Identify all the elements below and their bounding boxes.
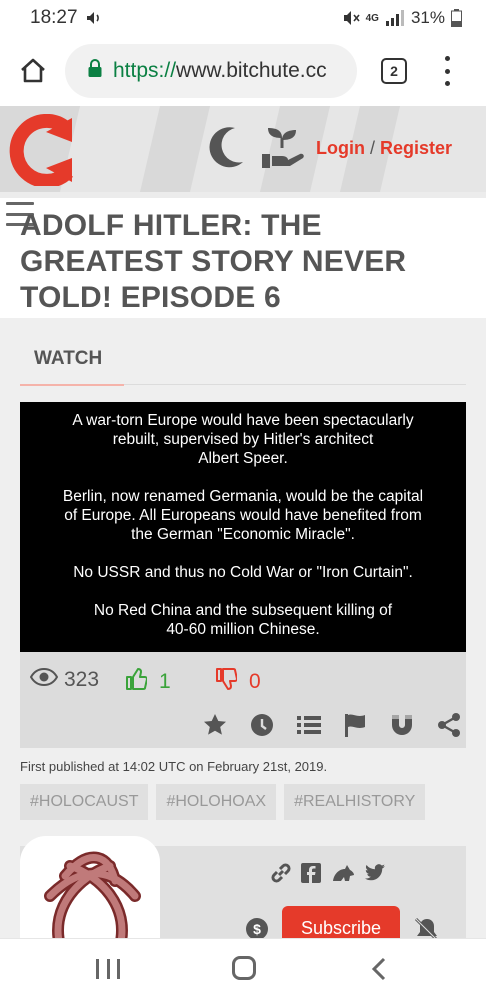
video-player[interactable]: A war-torn Europe would have been specta…: [20, 402, 466, 652]
recents-icon[interactable]: [96, 959, 120, 979]
tag-list: #HOLOCAUST #HOLOHOAX #REALHISTORY: [20, 784, 426, 820]
thumbs-down-icon: [215, 668, 238, 696]
tag-chip[interactable]: #REALHISTORY: [284, 784, 426, 820]
channel-share-icons: [270, 862, 386, 889]
register-link[interactable]: Register: [380, 138, 452, 158]
gab-icon[interactable]: [331, 863, 355, 888]
back-icon[interactable]: [370, 956, 388, 987]
tag-chip[interactable]: #HOLOHOAX: [156, 784, 277, 820]
video-page-content: WATCH A war-torn Europe would have been …: [0, 318, 486, 950]
publish-date: First published at 14:02 UTC on February…: [20, 759, 328, 774]
video-title: ADOLF HITLER: THE GREATEST STORY NEVER T…: [20, 209, 407, 314]
site-header: Login / Register: [0, 106, 486, 192]
view-count-value: 323: [64, 668, 100, 691]
tab-watch-underline: [20, 384, 124, 386]
system-nav-bar: [0, 938, 486, 1000]
screen: 18:27 4G 31% https://www.bitchute.cc 2 L…: [0, 0, 486, 1000]
facebook-icon[interactable]: [301, 863, 322, 888]
channel-avatar[interactable]: [20, 836, 160, 946]
plant-hand-icon[interactable]: [260, 126, 306, 175]
tab-divider: [124, 384, 466, 385]
dislike-button[interactable]: 0: [215, 668, 261, 696]
view-count: 323: [29, 667, 100, 692]
favorite-star-icon[interactable]: [202, 712, 228, 738]
lock-icon: [87, 59, 103, 83]
thumbs-up-icon: [125, 668, 148, 696]
tab-switcher-button[interactable]: 2: [381, 58, 407, 84]
status-time: 18:27: [30, 7, 78, 28]
like-count: 1: [159, 670, 171, 693]
dislike-count: 0: [249, 670, 261, 693]
moon-icon[interactable]: [205, 126, 245, 175]
video-actions: [202, 710, 462, 740]
auth-separator: /: [370, 138, 376, 158]
video-stats-bar: 323 1 0: [20, 652, 466, 748]
url-host: www.bitchute.cc: [176, 59, 327, 82]
video-frame-text-1: A war-torn Europe would have been specta…: [72, 412, 414, 467]
channel-card: $ Subscribe: [20, 836, 466, 950]
video-frame-text-3: No USSR and thus no Cold War or "Iron Cu…: [73, 564, 413, 581]
eye-icon: [29, 667, 59, 692]
video-frame-text-4: No Red China and the subsequent killing …: [93, 602, 393, 638]
signal-icon: [385, 10, 405, 26]
magnet-icon[interactable]: [389, 712, 415, 738]
share-icon[interactable]: [436, 712, 462, 738]
mute-icon: [342, 10, 360, 26]
watch-later-clock-icon[interactable]: [249, 712, 275, 738]
tag-chip[interactable]: #HOLOCAUST: [20, 784, 149, 820]
battery-icon: [451, 9, 462, 27]
dollar-icon[interactable]: $: [246, 918, 268, 940]
bitchute-logo[interactable]: [6, 113, 78, 191]
url-scheme: https://: [113, 59, 177, 82]
like-button[interactable]: 1: [125, 668, 171, 696]
twitter-icon[interactable]: [364, 864, 386, 887]
battery-percent: 31%: [410, 8, 445, 27]
browser-toolbar: https://www.bitchute.cc 2: [0, 36, 486, 106]
playlist-icon[interactable]: [296, 712, 322, 738]
overflow-menu-icon[interactable]: [440, 56, 454, 86]
volume-icon: [86, 11, 102, 25]
title-area: ADOLF HITLER: THE GREATEST STORY NEVER T…: [0, 192, 486, 318]
link-icon[interactable]: [270, 862, 292, 889]
address-bar[interactable]: https://www.bitchute.cc: [65, 44, 357, 98]
flag-icon[interactable]: [342, 712, 368, 738]
login-link[interactable]: Login: [316, 138, 365, 158]
status-bar: 18:27 4G 31%: [0, 0, 486, 36]
home-nav-icon[interactable]: [232, 956, 256, 980]
home-icon[interactable]: [13, 51, 53, 91]
tab-watch[interactable]: WATCH: [20, 348, 124, 386]
network-label: 4G: [365, 12, 379, 24]
video-frame-text-2: Berlin, now renamed Germania, would be t…: [62, 488, 424, 543]
auth-links: Login / Register: [316, 138, 452, 159]
